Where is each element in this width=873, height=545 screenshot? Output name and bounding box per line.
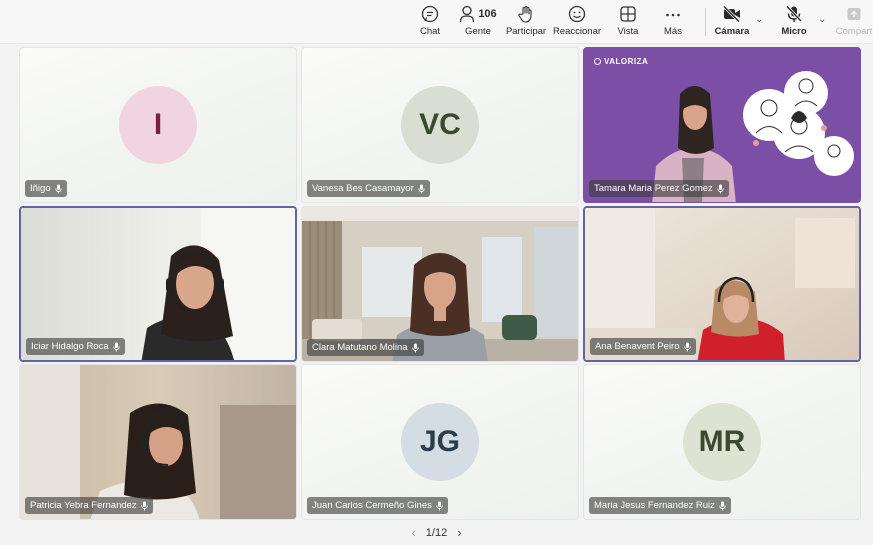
camera-label: Cámara [714,26,750,37]
participant-name: Clara Matutano Molina [312,342,408,353]
avatar: VC [401,86,479,164]
hand-icon [517,3,535,25]
participant-name-tag: Clara Matutano Molina [307,339,424,356]
participant-name-tag: Tamara Maria Perez Gomez [589,180,729,197]
valoriza-logo: VALORIZA [594,57,648,66]
mic-button[interactable]: Micro [780,3,808,41]
participant-name: Ana Benavent Peiro [595,341,680,352]
participant-name: Maria Jesus Fernandez Ruiz [594,500,715,511]
mic-icon [717,184,724,193]
mic-icon [683,342,691,351]
avatar: JG [401,403,479,481]
react-label: Reaccionar [552,26,602,37]
mic-icon [719,501,726,510]
mic-label: Micro [781,26,807,37]
video-feed [584,48,860,202]
participant-tile[interactable]: VALORIZA Tamara Maria Perez Gomez [583,47,861,203]
avatar: I [119,86,197,164]
participant-name: Vanesa Bes Casamayor [312,183,414,194]
mic-icon [54,184,62,193]
smiley-icon [568,3,586,25]
chat-icon [421,3,439,25]
people-label: Gente [465,26,491,37]
share-button[interactable]: Compart [835,3,873,41]
participant-tile[interactable]: Clara Matutano Molina [301,206,579,362]
chat-label: Chat [419,26,441,37]
more-button[interactable]: Más [660,3,686,41]
video-feed [302,207,578,361]
participant-tile[interactable]: Iciar Hidalgo Roca [19,206,297,362]
people-count: 106 [478,8,497,20]
participant-name: Juan Carlos Cermeño Gines [312,500,432,511]
participant-name-tag: Patricia Yebra Fernandez [25,497,153,514]
raise-hand-label: Participar [505,26,547,37]
share-label: Compart [835,26,873,37]
prev-page-chevron-icon[interactable]: ‹ [411,525,415,540]
participant-name: Tamara Maria Perez Gomez [594,183,713,194]
participant-name-tag: Iñigo [25,180,67,197]
participant-name-tag: Vanesa Bes Casamayor [307,180,430,197]
participant-tile[interactable]: Ana Benavent Peiro [583,206,861,362]
chat-button[interactable]: Chat [414,3,446,41]
meeting-toolbar: Chat 106 Gente Participar Reaccionar Vis… [0,0,873,44]
grid-view-icon [619,3,637,25]
view-button[interactable]: Vista [614,3,642,41]
participant-name: Patricia Yebra Fernandez [30,500,137,511]
raise-hand-button[interactable]: Participar [505,3,547,41]
participant-name: Iñigo [30,183,51,194]
mic-icon [436,501,443,510]
participant-name-tag: Ana Benavent Peiro [590,338,696,355]
mic-icon [411,343,419,352]
mic-options-chevron-icon[interactable]: ⌄ [818,14,826,25]
toolbar-separator [705,8,706,36]
participant-name: Iciar Hidalgo Roca [31,341,109,352]
mic-off-icon [785,3,803,25]
participant-tile[interactable]: VC Vanesa Bes Casamayor [301,47,579,203]
people-icon [460,5,475,23]
share-icon [845,3,863,25]
participant-name-tag: Juan Carlos Cermeño Gines [307,497,448,514]
mic-icon [112,342,120,351]
mic-icon [418,184,425,193]
participant-name-tag: Maria Jesus Fernandez Ruiz [589,497,731,514]
participant-name-tag: Iciar Hidalgo Roca [26,338,125,355]
camera-button[interactable]: Cámara [713,3,751,41]
participant-tile[interactable]: I Iñigo [19,47,297,203]
mic-icon [141,501,148,510]
video-feed [20,365,296,519]
people-button[interactable]: 106 Gente [458,3,498,41]
avatar: MR [683,403,761,481]
page-indicator: 1/12 [425,526,448,539]
logo-mark-icon [594,58,601,65]
more-label: Más [664,26,682,37]
more-dots-icon [664,3,682,25]
next-page-chevron-icon[interactable]: › [457,525,461,540]
camera-options-chevron-icon[interactable]: ⌄ [755,14,763,25]
participant-tile[interactable]: JG Juan Carlos Cermeño Gines [301,364,579,520]
pagination: ‹ 1/12 › [0,525,873,540]
camera-off-icon [722,3,742,25]
react-button[interactable]: Reaccionar [553,3,601,41]
view-label: Vista [617,26,639,37]
participant-tile[interactable]: MR Maria Jesus Fernandez Ruiz [583,364,861,520]
participant-tile[interactable]: Patricia Yebra Fernandez [19,364,297,520]
